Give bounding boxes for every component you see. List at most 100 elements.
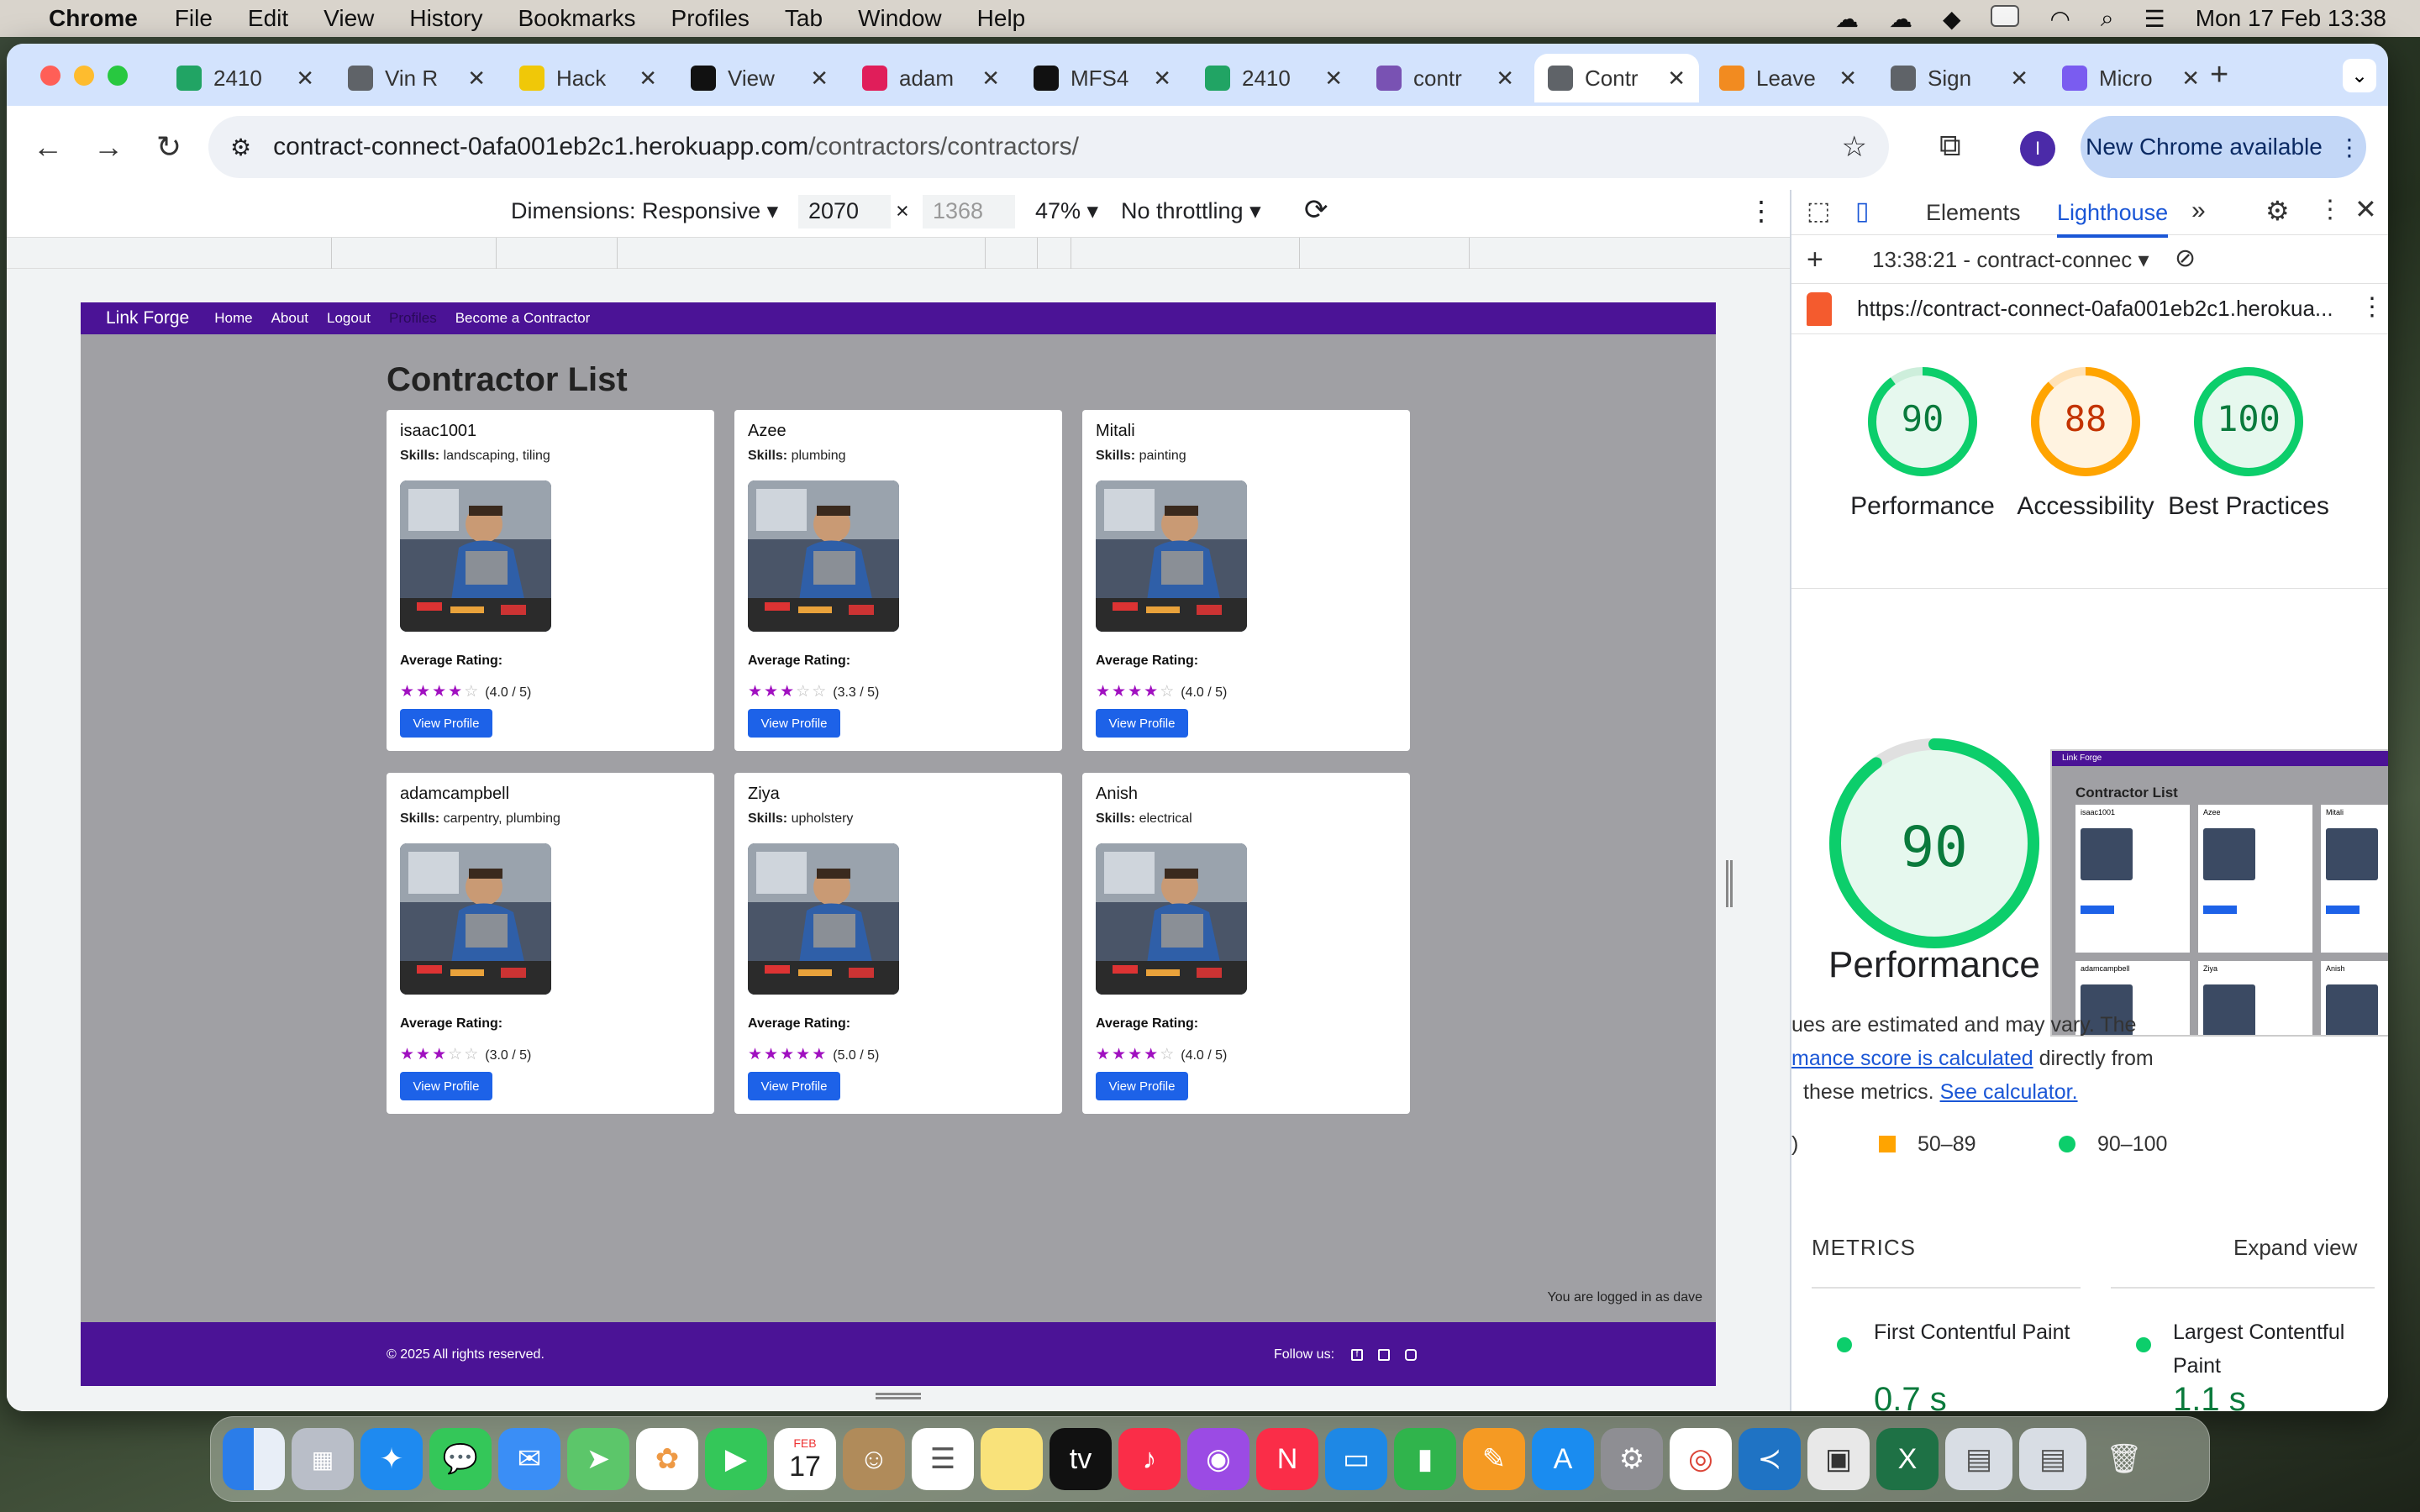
reminders-icon[interactable]: ☰ <box>912 1428 974 1490</box>
browser-tab[interactable]: MFS4 ✕ <box>1020 54 1185 102</box>
report-selector[interactable]: 13:38:21 - contract-connec ▾ <box>1872 247 2149 273</box>
inspect-element-icon[interactable]: ⬚ <box>1807 197 1830 226</box>
menu-history[interactable]: History <box>409 5 482 32</box>
messages-icon[interactable]: 💬 <box>429 1428 492 1490</box>
browser-tab[interactable]: Contr ✕ <box>1534 54 1699 102</box>
view-profile-button[interactable]: View Profile <box>748 709 840 738</box>
address-url[interactable]: contract-connect-0afa001eb2c1.herokuapp.… <box>273 133 1079 161</box>
extensions-puzzle-icon[interactable]: ⧉ <box>1939 128 1961 164</box>
browser-tab[interactable]: Hack ✕ <box>506 54 671 102</box>
control-center-icon[interactable]: ☰ <box>2144 5 2165 33</box>
view-profile-button[interactable]: View Profile <box>1096 1072 1188 1100</box>
new-chrome-available-button[interactable]: New Chrome available ⋮ <box>2081 116 2366 178</box>
maps-icon[interactable]: ➤ <box>567 1428 629 1490</box>
device-toggle-icon[interactable]: ▯ <box>1855 197 1870 226</box>
site-info-icon[interactable]: ⚙ <box>230 134 251 161</box>
see-calculator-link[interactable]: See calculator. <box>1940 1080 2078 1104</box>
browser-tab[interactable]: contr ✕ <box>1363 54 1528 102</box>
bookmark-star-icon[interactable]: ☆ <box>1842 130 1867 164</box>
menu-file[interactable]: File <box>175 5 213 32</box>
twitter-icon[interactable] <box>1378 1349 1390 1361</box>
settings-gear-icon[interactable]: ⚙ <box>2265 195 2290 227</box>
browser-tab[interactable]: 2410 ✕ <box>163 54 328 102</box>
menu-help[interactable]: Help <box>977 5 1026 32</box>
close-tab-icon[interactable]: ✕ <box>2181 66 2200 92</box>
devtools-menu-icon[interactable]: ⋮ <box>2317 195 2343 224</box>
close-tab-icon[interactable]: ✕ <box>1153 66 1171 92</box>
tab-search-button[interactable]: ⌄ <box>2343 59 2376 92</box>
media-query-ruler[interactable] <box>7 237 1790 270</box>
notes-icon[interactable] <box>981 1428 1043 1490</box>
facebook-icon[interactable]: f <box>1351 1349 1363 1361</box>
pages-icon[interactable]: ✎ <box>1463 1428 1525 1490</box>
browser-tab[interactable]: 2410 ✕ <box>1192 54 1356 102</box>
view-profile-button[interactable]: View Profile <box>1096 709 1188 738</box>
profile-avatar[interactable]: I <box>2020 131 2055 166</box>
menu-view[interactable]: View <box>324 5 374 32</box>
reload-icon[interactable]: ↻ <box>146 124 192 170</box>
nav-logout[interactable]: Logout <box>327 310 371 327</box>
music-icon[interactable]: ♪ <box>1118 1428 1181 1490</box>
nav-home[interactable]: Home <box>214 310 252 327</box>
cloud-sync-icon[interactable]: ☁ <box>1889 5 1912 33</box>
apple-tv-icon[interactable]: tv <box>1050 1428 1112 1490</box>
menu-window[interactable]: Window <box>858 5 942 32</box>
instagram-icon[interactable] <box>1405 1349 1417 1361</box>
close-tab-icon[interactable]: ✕ <box>1324 66 1343 92</box>
expand-view-toggle[interactable]: Expand view <box>2233 1235 2357 1261</box>
nav-about[interactable]: About <box>271 310 308 327</box>
more-tabs-chevron-icon[interactable]: » <box>2191 197 2206 225</box>
contacts-icon[interactable]: ☺ <box>843 1428 905 1490</box>
close-tab-icon[interactable]: ✕ <box>2010 66 2028 92</box>
back-arrow-icon[interactable]: ← <box>25 124 71 170</box>
browser-tab[interactable]: View ✕ <box>677 54 842 102</box>
height-input[interactable]: 1368 <box>923 195 1015 228</box>
zoom-dropdown[interactable]: 47% ▾ <box>1035 198 1098 224</box>
close-tab-icon[interactable]: ✕ <box>1839 66 1857 92</box>
close-tab-icon[interactable]: ✕ <box>467 66 486 92</box>
browser-tab[interactable]: Vin R ✕ <box>334 54 499 102</box>
mail-icon[interactable]: ✉ <box>498 1428 560 1490</box>
new-tab-button[interactable]: + <box>2210 57 2228 93</box>
wifi-icon[interactable]: ◠ <box>2049 5 2070 33</box>
view-profile-button[interactable]: View Profile <box>748 1072 840 1100</box>
nav-profiles[interactable]: Profiles <box>389 310 437 327</box>
close-tab-icon[interactable]: ✕ <box>810 66 829 92</box>
tab-lighthouse[interactable]: Lighthouse <box>2057 192 2169 238</box>
report-menu-icon[interactable]: ⋮ <box>2360 292 2385 322</box>
preview-icon[interactable]: ▣ <box>1807 1428 1870 1490</box>
spotlight-search-icon[interactable]: ⌕ <box>2101 5 2114 33</box>
resize-handle-bottom[interactable] <box>876 1393 921 1399</box>
menubar-clock[interactable]: Mon 17 Feb 13:38 <box>2196 5 2386 32</box>
nav-become-contractor[interactable]: Become a Contractor <box>455 310 591 327</box>
site-brand[interactable]: Link Forge <box>106 308 189 328</box>
battery-icon[interactable] <box>1991 4 2020 33</box>
close-tab-icon[interactable]: ✕ <box>1667 66 1686 92</box>
tab-elements[interactable]: Elements <box>1926 200 2021 226</box>
keynote-icon[interactable]: ▭ <box>1325 1428 1387 1490</box>
clear-reports-icon[interactable]: ⊘ <box>2175 244 2196 273</box>
zoom-window-button[interactable] <box>108 66 128 86</box>
rotate-icon[interactable]: ⟳ <box>1304 193 1328 227</box>
new-report-plus-icon[interactable]: + <box>1807 244 1823 276</box>
recent-document-icon[interactable]: ▤ <box>1945 1428 2012 1490</box>
cloud-icon[interactable]: ☁ <box>1835 5 1859 33</box>
launchpad-icon[interactable]: ▦ <box>292 1428 354 1490</box>
close-tab-icon[interactable]: ✕ <box>296 66 314 92</box>
photos-icon[interactable]: ✿ <box>636 1428 698 1490</box>
browser-tab[interactable]: Leave ✕ <box>1706 54 1870 102</box>
report-url[interactable]: https://contract-connect-0afa001eb2c1.he… <box>1857 296 2333 322</box>
close-window-button[interactable] <box>40 66 60 86</box>
facetime-icon[interactable]: ▶ <box>705 1428 767 1490</box>
device-options-icon[interactable]: ⋮ <box>1748 195 1775 227</box>
finder-icon[interactable] <box>223 1428 285 1490</box>
minimize-window-button[interactable] <box>74 66 94 86</box>
safari-icon[interactable]: ✦ <box>360 1428 423 1490</box>
menu-bookmarks[interactable]: Bookmarks <box>518 5 635 32</box>
app-store-icon[interactable]: A <box>1532 1428 1594 1490</box>
system-settings-icon[interactable]: ⚙ <box>1601 1428 1663 1490</box>
chrome-icon[interactable]: ◎ <box>1670 1428 1732 1490</box>
forward-arrow-icon[interactable]: → <box>86 124 131 170</box>
close-tab-icon[interactable]: ✕ <box>1496 66 1514 92</box>
news-icon[interactable]: N <box>1256 1428 1318 1490</box>
